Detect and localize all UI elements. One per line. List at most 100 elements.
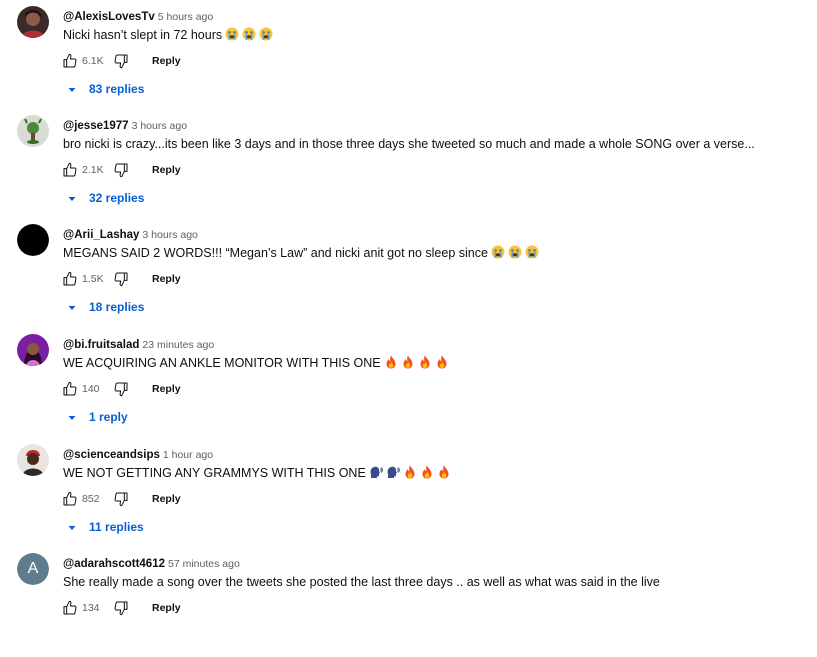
chevron-down-icon (66, 301, 78, 313)
comment-item: @bi.fruitsalad 23 minutes ago WE ACQUIRIN… (0, 328, 817, 438)
like-count: 134 (82, 602, 100, 614)
like-button[interactable] (61, 599, 79, 617)
reply-button[interactable]: Reply (152, 164, 181, 176)
view-replies-button[interactable]: 18 replies (66, 300, 144, 314)
fire-icon (435, 355, 449, 369)
reply-button[interactable]: Reply (152, 383, 181, 395)
comment-text-content: WE ACQUIRING AN ANKLE MONITOR WITH THIS … (63, 356, 381, 370)
thumbs-down-icon (114, 492, 128, 507)
comment-actions: 6.1K Reply (61, 52, 181, 70)
thumbs-down-icon (114, 163, 128, 178)
dislike-button[interactable] (112, 161, 130, 179)
thumbs-up-icon (63, 491, 77, 506)
replies-count: 11 replies (89, 520, 144, 534)
comment-timestamp[interactable]: 5 hours ago (158, 11, 213, 23)
like-button[interactable] (61, 490, 79, 508)
crying-face-icon (525, 245, 539, 259)
like-button[interactable] (61, 270, 79, 288)
view-replies-button[interactable]: 1 reply (66, 410, 128, 424)
dislike-button[interactable] (112, 599, 130, 617)
avatar[interactable] (17, 334, 49, 366)
dislike-button[interactable] (112, 490, 130, 508)
comment-text-content: bro nicki is crazy...its been like 3 day… (63, 137, 755, 151)
comment-timestamp[interactable]: 1 hour ago (163, 449, 213, 461)
fire-icon (403, 465, 417, 479)
fire-icon (384, 355, 398, 369)
crying-face-icon (491, 245, 505, 259)
like-count: 852 (82, 493, 100, 505)
thumbs-up-icon (63, 53, 77, 68)
speaking-head-icon (369, 465, 383, 479)
comment-actions: 140 Reply (61, 380, 181, 398)
comment-timestamp[interactable]: 3 hours ago (142, 229, 197, 241)
comment-text: MEGANS SAID 2 WORDS!!! “Megan’s Law” and… (63, 245, 539, 261)
comment-author[interactable]: @AlexisLovesTv (63, 11, 155, 23)
comment-text-content: She really made a song over the tweets s… (63, 575, 660, 589)
thumbs-down-icon (114, 272, 128, 287)
comment-text-content: WE NOT GETTING ANY GRAMMYS WITH THIS ONE (63, 466, 366, 480)
comment-item: @jesse1977 3 hours ago bro nicki is crazy… (0, 109, 817, 219)
comment-timestamp[interactable]: 3 hours ago (132, 120, 187, 132)
reply-button[interactable]: Reply (152, 273, 181, 285)
dislike-button[interactable] (112, 270, 130, 288)
like-count: 6.1K (82, 55, 104, 67)
dislike-button[interactable] (112, 52, 130, 70)
avatar[interactable] (17, 6, 49, 38)
dislike-button[interactable] (112, 380, 130, 398)
like-count: 1.5K (82, 273, 104, 285)
reply-button[interactable]: Reply (152, 55, 181, 67)
fire-icon (418, 355, 432, 369)
avatar[interactable]: A (17, 553, 49, 585)
avatar-letter: A (27, 560, 39, 577)
thumbs-up-icon (63, 600, 77, 615)
like-count: 140 (82, 383, 100, 395)
thumbs-up-icon (63, 271, 77, 286)
thumbs-down-icon (114, 601, 128, 616)
comment-author[interactable]: @jesse1977 (63, 120, 129, 132)
comment-text: She really made a song over the tweets s… (63, 574, 660, 590)
comment-text: WE ACQUIRING AN ANKLE MONITOR WITH THIS … (63, 355, 449, 371)
comment-author[interactable]: @bi.fruitsalad (63, 339, 139, 351)
crying-face-icon (508, 245, 522, 259)
chevron-down-icon (66, 83, 78, 95)
comment-timestamp[interactable]: 57 minutes ago (168, 558, 240, 570)
replies-count: 1 reply (89, 410, 128, 424)
comment-text: Nicki hasn’t slept in 72 hours (63, 27, 273, 43)
comment-actions: 852 Reply (61, 490, 181, 508)
avatar[interactable] (17, 115, 49, 147)
comment-author[interactable]: @adarahscott4612 (63, 558, 165, 570)
comment-actions: 1.5K Reply (61, 270, 181, 288)
fire-icon (437, 465, 451, 479)
like-button[interactable] (61, 161, 79, 179)
comment-author[interactable]: @Arii_Lashay (63, 229, 139, 241)
like-button[interactable] (61, 52, 79, 70)
replies-count: 83 replies (89, 82, 145, 96)
thumbs-down-icon (114, 382, 128, 397)
comment-timestamp[interactable]: 23 minutes ago (142, 339, 214, 351)
view-replies-button[interactable]: 32 replies (66, 191, 144, 205)
comment-item: @Arii_Lashay 3 hours ago MEGANS SAID 2 WO… (0, 218, 817, 328)
comment-text: WE NOT GETTING ANY GRAMMYS WITH THIS ONE (63, 465, 451, 481)
thumbs-up-icon (63, 381, 77, 396)
crying-face-icon (259, 27, 273, 41)
crying-face-icon (242, 27, 256, 41)
comment-text-content: MEGANS SAID 2 WORDS!!! “Megan’s Law” and… (63, 246, 488, 260)
view-replies-button[interactable]: 11 replies (66, 520, 144, 534)
avatar[interactable] (17, 224, 49, 256)
avatar[interactable] (17, 444, 49, 476)
speaking-head-icon (386, 465, 400, 479)
chevron-down-icon (66, 411, 78, 423)
like-button[interactable] (61, 380, 79, 398)
chevron-down-icon (66, 521, 78, 533)
replies-count: 32 replies (89, 191, 145, 205)
thumbs-up-icon (63, 162, 77, 177)
fire-icon (420, 465, 434, 479)
view-replies-button[interactable]: 83 replies (66, 82, 144, 96)
fire-icon (401, 355, 415, 369)
comment-item: @AlexisLovesTv 5 hours ago Nicki hasn’t s… (0, 0, 817, 110)
reply-button[interactable]: Reply (152, 493, 181, 505)
replies-count: 18 replies (89, 300, 145, 314)
reply-button[interactable]: Reply (152, 602, 181, 614)
chevron-down-icon (66, 192, 78, 204)
comment-author[interactable]: @scienceandsips (63, 449, 160, 461)
